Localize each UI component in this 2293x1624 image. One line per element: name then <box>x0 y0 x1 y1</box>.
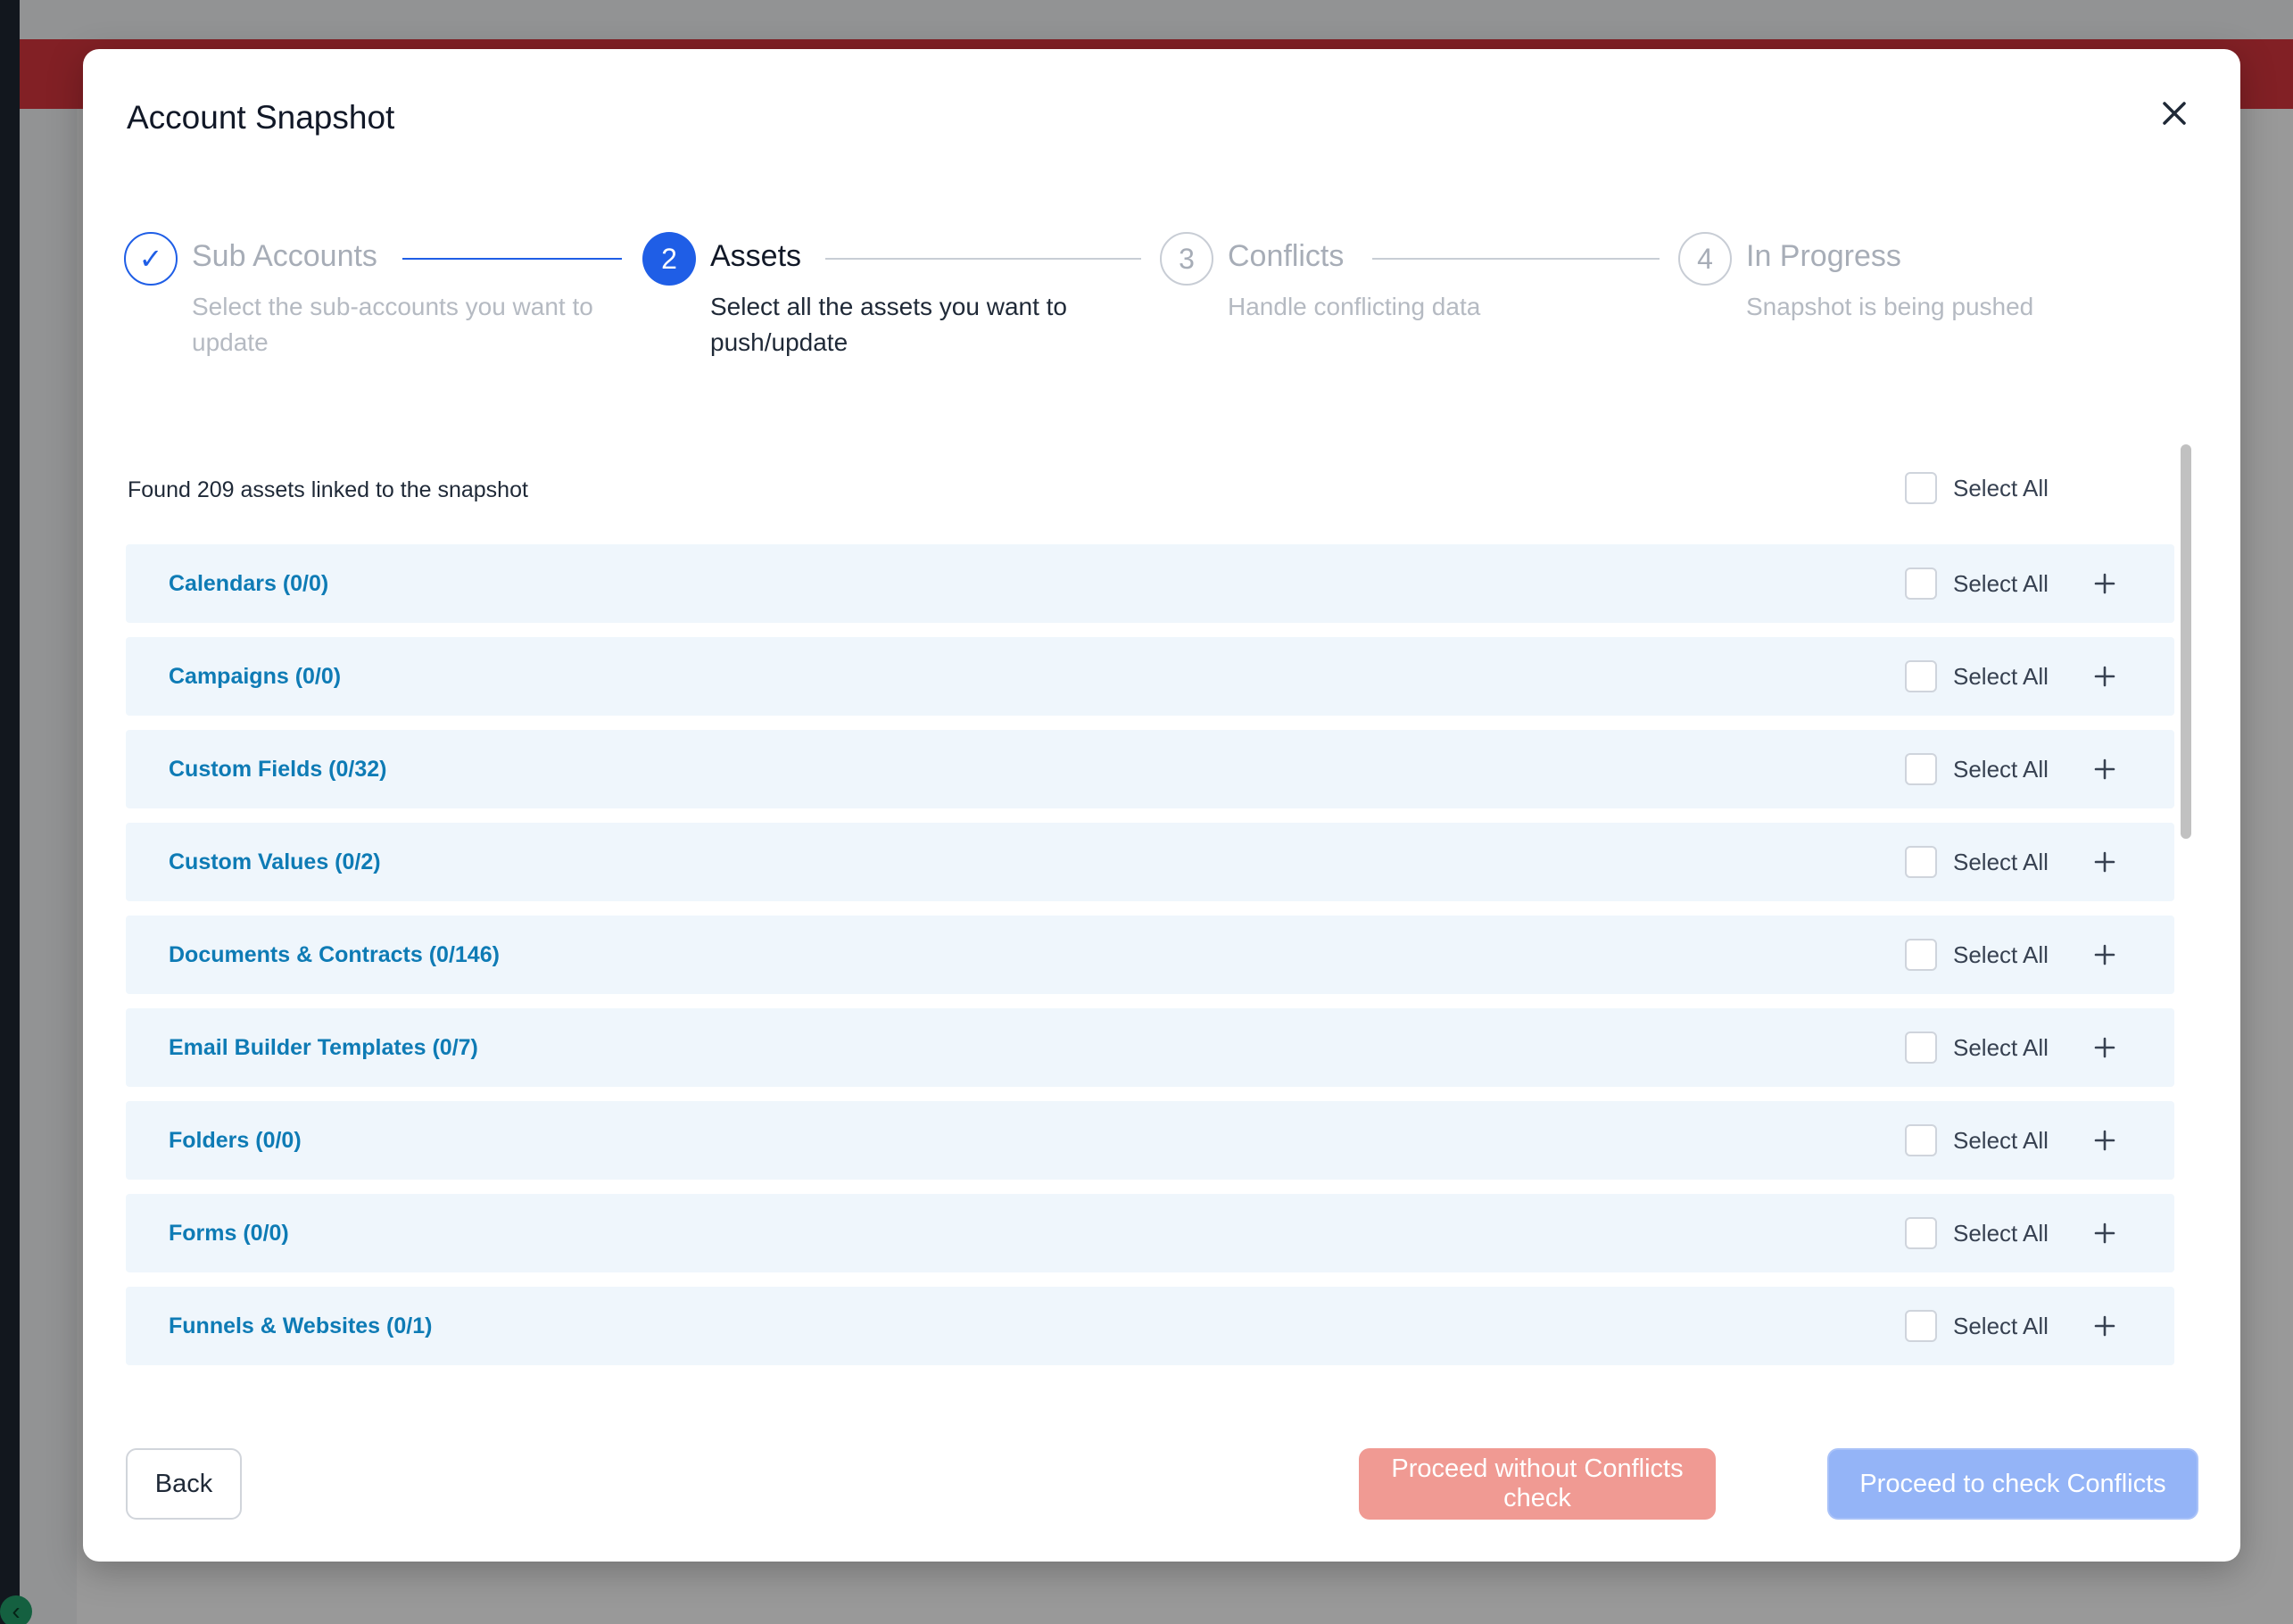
row-checkbox[interactable] <box>1905 939 1937 971</box>
account-snapshot-modal: Account Snapshot ✓ Sub Accounts Select t… <box>83 49 2240 1562</box>
row-select-all[interactable]: Select All <box>1905 1310 2049 1342</box>
expand-plus-icon[interactable] <box>2089 1310 2121 1342</box>
asset-label[interactable]: Calendars (0/0) <box>169 571 328 597</box>
close-button[interactable] <box>2155 94 2194 133</box>
asset-row-custom-values[interactable]: Custom Values (0/2) Select All <box>126 823 2174 901</box>
select-all-label: Select All <box>1953 1033 2049 1061</box>
asset-label[interactable]: Forms (0/0) <box>169 1221 289 1247</box>
step-connector <box>825 258 1141 260</box>
select-all-label: Select All <box>1953 940 2049 968</box>
step-title: In Progress <box>1746 239 1901 273</box>
scrollbar-thumb[interactable] <box>2178 442 2194 841</box>
row-select-all[interactable]: Select All <box>1905 939 2049 971</box>
row-select-all[interactable]: Select All <box>1905 1032 2049 1064</box>
row-checkbox[interactable] <box>1905 1032 1937 1064</box>
select-all-label: Select All <box>1953 1219 2049 1247</box>
asset-label[interactable]: Custom Values (0/2) <box>169 849 381 875</box>
select-all-label: Select All <box>1953 662 2049 690</box>
row-select-all[interactable]: Select All <box>1905 1217 2049 1249</box>
back-button[interactable]: Back <box>126 1448 242 1520</box>
step-number: 3 <box>1160 232 1213 286</box>
row-select-all[interactable]: Select All <box>1905 660 2049 692</box>
expand-plus-icon[interactable] <box>2089 568 2121 600</box>
step-title: Sub Accounts <box>192 239 377 273</box>
check-icon: ✓ <box>124 232 178 286</box>
found-assets-text: Found 209 assets linked to the snapshot <box>128 477 528 502</box>
expand-plus-icon[interactable] <box>2089 846 2121 878</box>
asset-label[interactable]: Campaigns (0/0) <box>169 664 341 690</box>
row-checkbox[interactable] <box>1905 1217 1937 1249</box>
row-checkbox[interactable] <box>1905 1124 1937 1156</box>
row-checkbox[interactable] <box>1905 660 1937 692</box>
row-select-all[interactable]: Select All <box>1905 1124 2049 1156</box>
expand-plus-icon[interactable] <box>2089 1124 2121 1156</box>
select-all-label: Select All <box>1953 1312 2049 1339</box>
asset-row-documents-contracts[interactable]: Documents & Contracts (0/146) Select All <box>126 916 2174 994</box>
row-checkbox[interactable] <box>1905 568 1937 600</box>
asset-list: Calendars (0/0) Select All Campaigns (0/… <box>126 544 2174 1380</box>
step-connector <box>402 258 622 260</box>
row-select-all[interactable]: Select All <box>1905 753 2049 785</box>
step-description: Select all the assets you want to push/u… <box>710 293 1067 356</box>
asset-label[interactable]: Funnels & Websites (0/1) <box>169 1313 432 1339</box>
step-title: Assets <box>710 239 802 273</box>
asset-label[interactable]: Folders (0/0) <box>169 1128 302 1154</box>
step-description: Handle conflicting data <box>1228 293 1481 320</box>
select-all-label: Select All <box>1953 755 2049 783</box>
expand-plus-icon[interactable] <box>2089 939 2121 971</box>
asset-row-forms[interactable]: Forms (0/0) Select All <box>126 1194 2174 1272</box>
close-icon <box>2163 102 2186 125</box>
select-all-label: Select All <box>1953 848 2049 875</box>
expand-plus-icon[interactable] <box>2089 1217 2121 1249</box>
asset-label[interactable]: Custom Fields (0/32) <box>169 757 387 783</box>
row-select-all[interactable]: Select All <box>1905 846 2049 878</box>
proceed-check-conflicts-button[interactable]: Proceed to check Conflicts <box>1827 1448 2198 1520</box>
row-checkbox[interactable] <box>1905 1310 1937 1342</box>
select-all-label: Select All <box>1953 474 2049 501</box>
row-checkbox[interactable] <box>1905 846 1937 878</box>
expand-plus-icon[interactable] <box>2089 1032 2121 1064</box>
select-all-label: Select All <box>1953 1126 2049 1154</box>
asset-label[interactable]: Email Builder Templates (0/7) <box>169 1035 478 1061</box>
asset-row-campaigns[interactable]: Campaigns (0/0) Select All <box>126 637 2174 716</box>
asset-label[interactable]: Documents & Contracts (0/146) <box>169 942 500 968</box>
row-select-all[interactable]: Select All <box>1905 568 2049 600</box>
asset-row-custom-fields[interactable]: Custom Fields (0/32) Select All <box>126 730 2174 808</box>
expand-plus-icon[interactable] <box>2089 660 2121 692</box>
asset-row-folders[interactable]: Folders (0/0) Select All <box>126 1101 2174 1180</box>
asset-row-funnels-websites[interactable]: Funnels & Websites (0/1) Select All <box>126 1287 2174 1365</box>
asset-row-email-builder-templates[interactable]: Email Builder Templates (0/7) Select All <box>126 1008 2174 1087</box>
select-all-assets[interactable]: Select All <box>1905 472 2049 504</box>
expand-plus-icon[interactable] <box>2089 753 2121 785</box>
step-description: Select the sub-accounts you want to upda… <box>192 293 593 356</box>
select-all-label: Select All <box>1953 569 2049 597</box>
step-description: Snapshot is being pushed <box>1746 293 2034 320</box>
row-checkbox[interactable] <box>1905 753 1937 785</box>
step-connector <box>1372 258 1660 260</box>
select-all-checkbox[interactable] <box>1905 472 1937 504</box>
asset-row-calendars[interactable]: Calendars (0/0) Select All <box>126 544 2174 623</box>
modal-title: Account Snapshot <box>127 99 395 136</box>
proceed-without-conflicts-button[interactable]: Proceed without Conflicts check <box>1359 1448 1716 1520</box>
step-number: 2 <box>642 232 696 286</box>
step-number: 4 <box>1678 232 1732 286</box>
step-title: Conflicts <box>1228 239 1345 273</box>
